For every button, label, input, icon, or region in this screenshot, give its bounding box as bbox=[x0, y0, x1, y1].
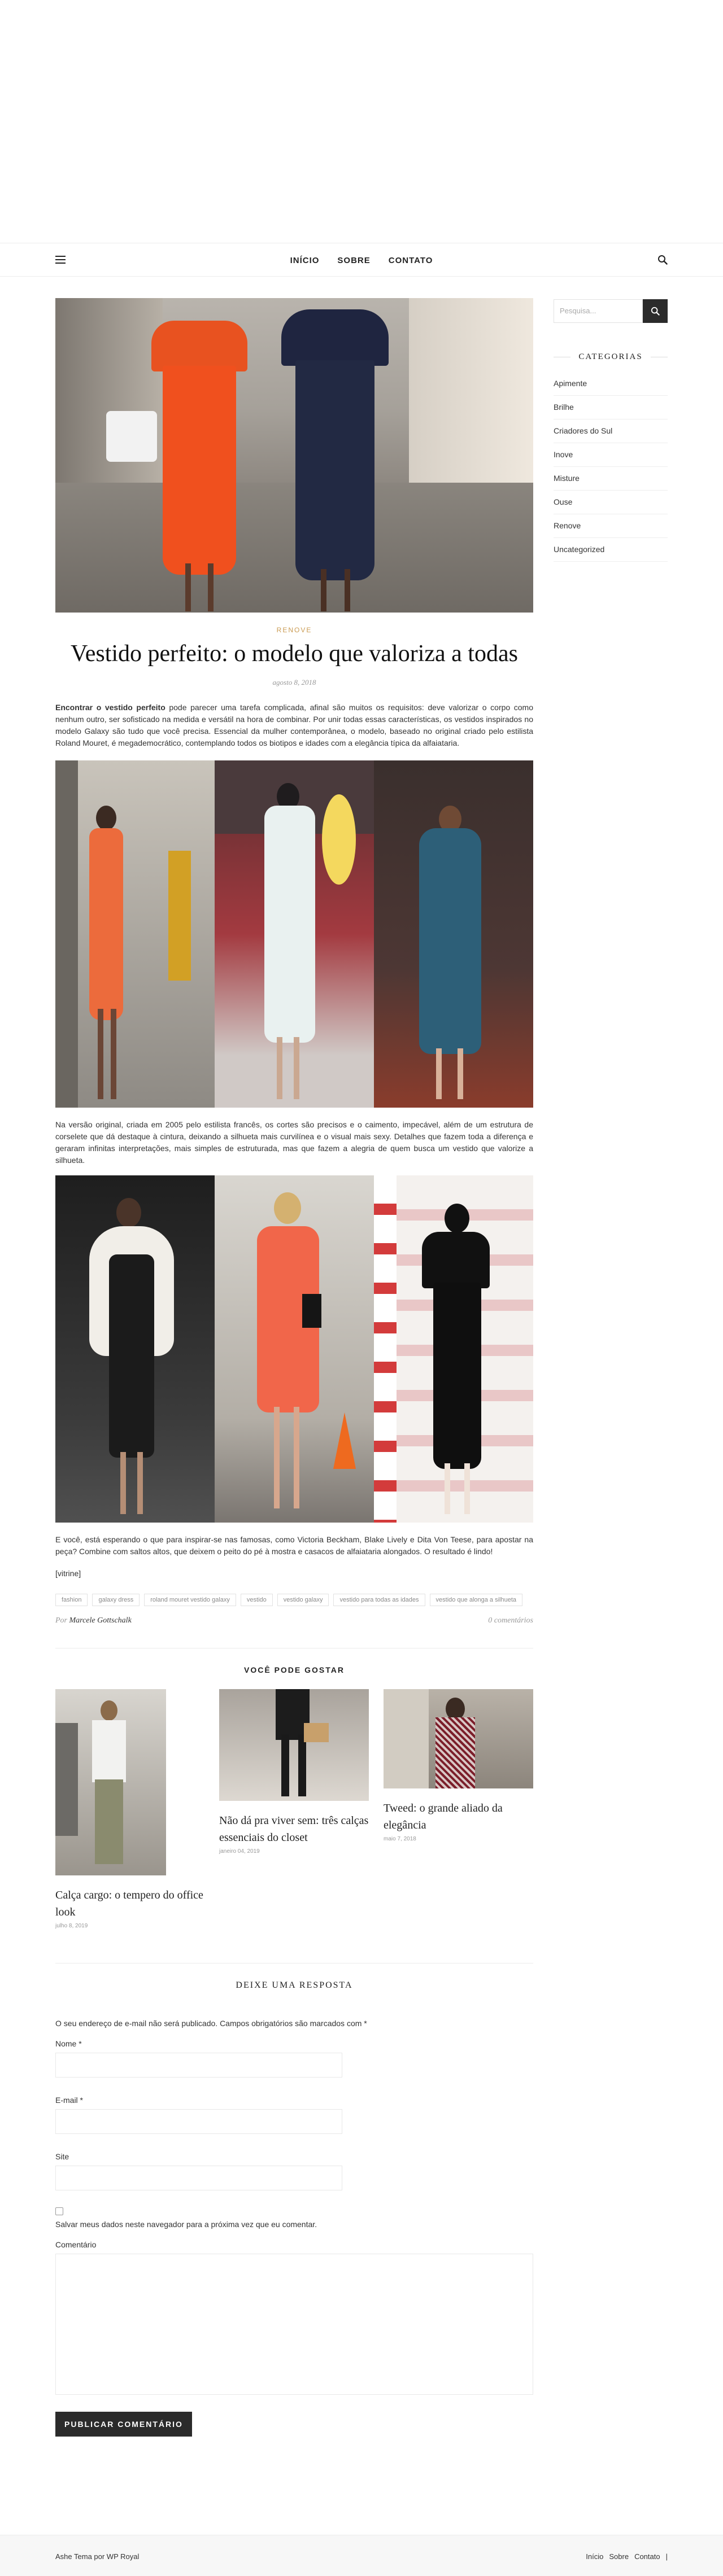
form-note: O seu endereço de e-mail não será public… bbox=[55, 2019, 367, 2028]
search-icon[interactable] bbox=[657, 255, 668, 265]
related-date: maio 7, 2018 bbox=[384, 1836, 416, 1842]
nav-menu: INÍCIO SOBRE CONTATO bbox=[0, 243, 723, 277]
tag[interactable]: roland mouret vestido galaxy bbox=[144, 1594, 236, 1606]
related-thumbnail[interactable] bbox=[55, 1689, 166, 1875]
outfit-image-2[interactable] bbox=[55, 1175, 533, 1523]
categories-title: CATEGORIAS bbox=[578, 352, 643, 361]
name-field[interactable] bbox=[55, 2053, 342, 2078]
related-heading: VOCÊ PODE GOSTAR bbox=[244, 1665, 345, 1674]
related-post[interactable]: Não dá pra viver sem: três calças essenc… bbox=[219, 1689, 369, 1855]
email-field[interactable] bbox=[55, 2109, 342, 2134]
sidebar-search-button[interactable] bbox=[643, 299, 668, 323]
submit-comment-button[interactable]: PUBLICAR COMENTÁRIO bbox=[55, 2412, 192, 2437]
footer-link-sobre[interactable]: Sobre bbox=[609, 2552, 629, 2561]
post-title: Vestido perfeito: o modelo que valoriza … bbox=[71, 641, 518, 667]
post-category[interactable]: RENOVE bbox=[55, 626, 533, 634]
email-label: E-mail * bbox=[55, 2096, 84, 2105]
related-date: julho 8, 2019 bbox=[55, 1923, 88, 1929]
nav-item-inicio[interactable]: INÍCIO bbox=[290, 256, 320, 265]
category-link[interactable]: Renove bbox=[554, 514, 668, 538]
post-intro: Encontrar o vestido perfeito pode parece… bbox=[55, 702, 533, 749]
site-field[interactable] bbox=[55, 2166, 342, 2190]
tag[interactable]: galaxy dress bbox=[92, 1594, 140, 1606]
post-content: RENOVE Vestido perfeito: o modelo que va… bbox=[55, 298, 533, 2437]
related-date: janeiro 04, 2019 bbox=[219, 1848, 260, 1855]
sidebar: Pesquisa... CATEGORIAS Apimente Brilhe C… bbox=[554, 299, 668, 562]
search-icon bbox=[651, 307, 660, 316]
tag[interactable]: vestido para todas as idades bbox=[333, 1594, 425, 1606]
main-navigation: INÍCIO SOBRE CONTATO bbox=[0, 243, 723, 277]
tag[interactable]: vestido que alonga a silhueta bbox=[429, 1594, 523, 1606]
footer-separator: | bbox=[665, 2552, 668, 2561]
post-paragraph-3: E você, está esperando o que para inspir… bbox=[55, 1535, 533, 1556]
author-prefix: Por bbox=[55, 1616, 67, 1625]
related-thumbnail[interactable] bbox=[384, 1689, 533, 1788]
author-link[interactable]: Marcele Gottschalk bbox=[69, 1616, 132, 1625]
comments-count[interactable]: 0 comentários bbox=[488, 1616, 533, 1625]
category-link[interactable]: Inove bbox=[554, 443, 668, 467]
nav-item-contato[interactable]: CONTATO bbox=[389, 256, 433, 265]
tag[interactable]: vestido galaxy bbox=[277, 1594, 329, 1606]
categories-list: Apimente Brilhe Criadores do Sul Inove M… bbox=[554, 372, 668, 562]
reply-heading: DEIXE UMA RESPOSTA bbox=[236, 1980, 353, 1990]
post-date: agosto 8, 2018 bbox=[272, 678, 316, 686]
related-post[interactable]: Tweed: o grande aliado da elegância maio… bbox=[384, 1689, 533, 1842]
comment-form: DEIXE UMA RESPOSTA O seu endereço de e-m… bbox=[55, 1963, 533, 2437]
tag[interactable]: fashion bbox=[55, 1594, 88, 1606]
post-meta: Por Marcele Gottschalk 0 comentários bbox=[55, 1616, 533, 1625]
tag[interactable]: vestido bbox=[240, 1594, 273, 1606]
footer-link-inicio[interactable]: Início bbox=[586, 2552, 603, 2561]
post-author: Por Marcele Gottschalk bbox=[55, 1616, 132, 1625]
nav-item-sobre[interactable]: SOBRE bbox=[337, 256, 370, 265]
comment-textarea[interactable] bbox=[55, 2254, 533, 2395]
related-posts: VOCÊ PODE GOSTAR Calça cargo: o tempero … bbox=[55, 1648, 533, 1929]
related-title[interactable]: Não dá pra viver sem: três calças essenc… bbox=[219, 1812, 369, 1846]
related-title[interactable]: Tweed: o grande aliado da elegância bbox=[384, 1800, 533, 1834]
site-footer: Ashe Tema por WP Royal Início Sobre Cont… bbox=[0, 2535, 723, 2576]
post-paragraph-2: Na versão original, criada em 2005 pelo … bbox=[55, 1120, 533, 1165]
related-thumbnail[interactable] bbox=[219, 1689, 369, 1801]
site-label: Site bbox=[55, 2152, 69, 2161]
save-details-label: Salvar meus dados neste navegador para a… bbox=[55, 2220, 317, 2229]
related-title[interactable]: Calça cargo: o tempero do office look bbox=[55, 1887, 204, 1921]
category-link[interactable]: Apimente bbox=[554, 372, 668, 396]
category-link[interactable]: Ouse bbox=[554, 491, 668, 514]
category-link[interactable]: Uncategorized bbox=[554, 538, 668, 562]
comment-label: Comentário bbox=[55, 2240, 97, 2249]
post-tags: fashion galaxy dress roland mouret vesti… bbox=[55, 1594, 533, 1606]
post-shortcode: [vitrine] bbox=[55, 1569, 81, 1578]
category-link[interactable]: Criadores do Sul bbox=[554, 419, 668, 443]
name-label: Nome * bbox=[55, 2039, 82, 2048]
footer-copyright: Ashe Tema por WP Royal bbox=[55, 2552, 140, 2561]
related-post[interactable]: Calça cargo: o tempero do office look ju… bbox=[55, 1689, 204, 1929]
footer-link-contato[interactable]: Contato bbox=[634, 2552, 660, 2561]
intro-bold: Encontrar o vestido perfeito bbox=[55, 703, 165, 712]
category-link[interactable]: Brilhe bbox=[554, 396, 668, 419]
category-link[interactable]: Misture bbox=[554, 467, 668, 491]
outfit-image-1[interactable] bbox=[55, 760, 533, 1108]
footer-links: Início Sobre Contato | bbox=[586, 2552, 668, 2561]
sidebar-search-input[interactable]: Pesquisa... bbox=[554, 299, 643, 323]
featured-image[interactable] bbox=[55, 298, 533, 613]
sidebar-search: Pesquisa... bbox=[554, 299, 668, 323]
categories-heading: CATEGORIAS bbox=[554, 352, 668, 362]
save-details-checkbox[interactable] bbox=[55, 2207, 63, 2215]
